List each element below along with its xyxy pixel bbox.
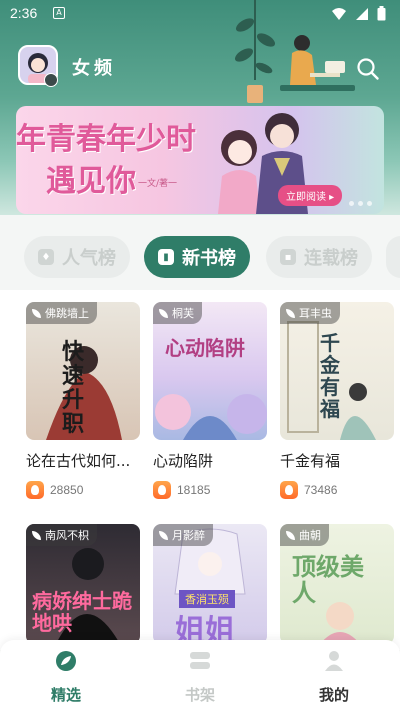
popularity-count: 28850 xyxy=(50,483,84,497)
banner-pagination xyxy=(349,201,372,206)
leaf-icon xyxy=(56,651,76,671)
book-card[interactable]: 顶级美人 曲朝 xyxy=(280,524,396,644)
reading-girl-illustration xyxy=(280,35,355,91)
nav-label: 精选 xyxy=(50,686,81,704)
banner-title-line2: 遇见你 xyxy=(46,164,136,199)
author-name: 月影醉 xyxy=(172,529,205,542)
cover-title: 心动陷阱 xyxy=(165,336,245,360)
tab-serial[interactable]: ▪ 连载榜 xyxy=(266,236,372,278)
leaf-icon xyxy=(286,530,295,540)
banner-title-line1: 年青春年少时 xyxy=(16,122,196,157)
signal-icon xyxy=(356,7,368,20)
cover-title: 姐姐 xyxy=(175,614,235,644)
bookshelf-icon xyxy=(190,652,210,669)
fire-icon xyxy=(26,481,44,499)
cover-author: 桐芙 xyxy=(153,302,202,324)
tab-label: 新书榜 xyxy=(182,248,236,269)
battery-icon xyxy=(377,6,386,21)
nav-bookshelf[interactable]: 书架 xyxy=(160,650,240,705)
book-card[interactable]: 快速升职 佛跳墙上 论在古代如何... 28850 xyxy=(26,302,142,499)
author-name: 桐芙 xyxy=(172,307,194,320)
cover-author: 曲朝 xyxy=(280,524,329,546)
leaf-icon xyxy=(159,530,168,540)
cover-title: 千金有福 xyxy=(320,331,340,421)
fire-icon: ♦ xyxy=(38,249,54,265)
nav-label: 书架 xyxy=(184,686,215,704)
book-title: 心动陷阱 xyxy=(153,452,214,470)
popularity: 18185 xyxy=(153,481,269,499)
book-card[interactable]: 千金有福 耳丰虫 千金有福 73486 xyxy=(280,302,396,499)
fire-icon xyxy=(153,481,171,499)
author-name: 佛跳墙上 xyxy=(45,307,89,320)
leaf-icon xyxy=(159,308,168,318)
ranking-tabs: ♦ 人气榜 ▮ 新书榜 ▪ 连载榜 xyxy=(0,236,400,280)
book-cover: 病娇绅士跪地哄 南风不枳 xyxy=(26,524,140,644)
author-name: 南风不枳 xyxy=(45,529,89,542)
cover-author: 月影醉 xyxy=(153,524,213,546)
read-now-button[interactable]: 立即阅读 ▸ xyxy=(278,185,343,206)
book-card[interactable]: 香消玉殒 姐姐 月影醉 xyxy=(153,524,269,644)
popularity-count: 73486 xyxy=(304,483,338,497)
book-title: 千金有福 xyxy=(280,452,341,470)
book-cover: 香消玉殒 姐姐 月影醉 xyxy=(153,524,267,644)
cover-author: 耳丰虫 xyxy=(280,302,340,324)
fire-icon xyxy=(280,481,298,499)
book-list-panel: 快速升职 佛跳墙上 论在古代如何... 28850 心动陷阱 桐芙 心动陷阱 1… xyxy=(0,290,400,650)
book-card[interactable]: 心动陷阱 桐芙 心动陷阱 18185 xyxy=(153,302,269,499)
banner-author: 一文/著一 xyxy=(138,179,178,189)
author-name: 曲朝 xyxy=(299,529,321,542)
tab-new-books[interactable]: ▮ 新书榜 xyxy=(144,236,250,278)
person-icon xyxy=(325,651,343,671)
tab-label: 人气榜 xyxy=(62,248,116,269)
leaf-icon xyxy=(32,530,41,540)
cover-title: 顶级美人 xyxy=(292,552,364,607)
book-cover: 千金有福 耳丰虫 xyxy=(280,302,394,440)
book-title: 论在古代如何... xyxy=(26,452,131,470)
leaf-icon xyxy=(286,308,295,318)
chat-icon: ▪ xyxy=(280,249,296,265)
cover-title: 病娇绅士跪地哄 xyxy=(32,589,132,635)
avatar-badge xyxy=(44,73,58,87)
book-cover: 心动陷阱 桐芙 xyxy=(153,302,267,440)
book-icon: ▮ xyxy=(158,249,174,265)
popularity-count: 18185 xyxy=(177,483,211,497)
status-bar: 2:36 A xyxy=(0,0,400,26)
page-title: 女频 xyxy=(72,58,116,79)
search-icon[interactable] xyxy=(356,57,380,81)
tab-popular[interactable]: ♦ 人气榜 xyxy=(24,236,130,278)
promo-banner[interactable]: 年青春年少时 遇见你 一文/著一 立即阅读 ▸ xyxy=(16,106,384,214)
nav-featured[interactable]: 精选 xyxy=(26,650,106,705)
nav-label: 我的 xyxy=(318,686,349,704)
nav-profile[interactable]: 我的 xyxy=(294,650,374,705)
status-time: 2:36 xyxy=(10,5,38,21)
book-cover: 快速升职 佛跳墙上 xyxy=(26,302,140,440)
notification-icon: A xyxy=(53,7,65,19)
author-name: 耳丰虫 xyxy=(299,307,332,320)
tab-label: 连载榜 xyxy=(304,248,358,269)
tab-more[interactable] xyxy=(386,236,400,278)
leaf-icon xyxy=(32,308,41,318)
wifi-icon xyxy=(332,7,346,20)
cover-title: 快速升职 xyxy=(62,339,85,437)
popularity: 73486 xyxy=(280,481,396,499)
book-card[interactable]: 病娇绅士跪地哄 南风不枳 xyxy=(26,524,142,644)
book-cover: 顶级美人 曲朝 xyxy=(280,524,394,644)
popularity: 28850 xyxy=(26,481,142,499)
cover-author: 佛跳墙上 xyxy=(26,302,97,324)
bottom-navigation: 精选 书架 我的 xyxy=(0,640,400,712)
cover-author: 南风不枳 xyxy=(26,524,97,546)
